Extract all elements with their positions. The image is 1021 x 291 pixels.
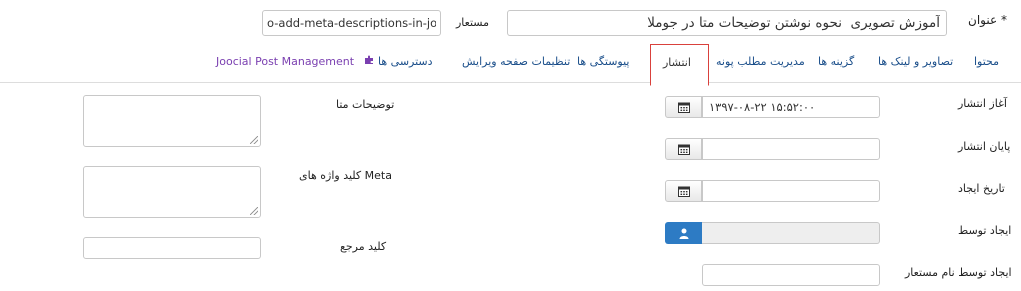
title-input[interactable] <box>507 10 947 36</box>
tab-images-links[interactable]: تصاویر و لینک ها <box>878 42 953 82</box>
created-date-input[interactable] <box>702 180 880 202</box>
alias-label: مستعار <box>456 16 489 29</box>
publish-down-calendar-button[interactable] <box>665 138 702 160</box>
created-by-alias-input[interactable] <box>702 264 880 286</box>
created-date-calendar-button[interactable] <box>665 180 702 202</box>
created-by-label: ایجاد توسط <box>958 224 1012 237</box>
key-reference-label: کلید مرجع <box>340 240 387 253</box>
publish-up-label: آغاز انتشار <box>958 97 1007 110</box>
meta-description-textarea[interactable] <box>83 95 261 147</box>
calendar-icon <box>677 182 690 201</box>
select-user-button[interactable] <box>665 222 702 244</box>
title-label: عنوان * <box>968 13 1007 27</box>
calendar-icon <box>677 140 690 159</box>
meta-description-label: توضیحات متا <box>336 98 395 111</box>
publish-up-calendar-button[interactable] <box>665 96 702 118</box>
publish-up-input[interactable] <box>702 96 880 118</box>
created-by-field <box>702 222 880 244</box>
publish-down-input[interactable] <box>702 138 880 160</box>
joocial-puzzle-icon <box>364 42 374 82</box>
calendar-icon <box>677 98 690 117</box>
tab-joocial[interactable]: Joocial Post Management <box>216 42 374 82</box>
key-reference-input[interactable] <box>83 237 261 259</box>
tab-article-management[interactable]: مدیریت مطلب پونه <box>716 42 805 82</box>
tab-bar: محتوا تصاویر و لینک ها گزینه ها مدیریت م… <box>0 42 1021 86</box>
meta-keywords-textarea[interactable] <box>83 166 261 218</box>
tab-publishing[interactable]: انتشار <box>650 44 709 86</box>
tab-content[interactable]: محتوا <box>974 42 999 82</box>
created-by-alias-label: ایجاد توسط نام مستعار <box>905 266 1012 279</box>
resize-grip-icon[interactable] <box>250 207 258 215</box>
joocial-tab-label: Joocial Post Management <box>216 55 355 68</box>
alias-input[interactable] <box>262 10 441 36</box>
tab-options[interactable]: گزینه ها <box>818 42 854 82</box>
tab-permissions[interactable]: دسترسی ها <box>378 42 433 82</box>
resize-grip-icon[interactable] <box>250 136 258 144</box>
publish-down-label: پایان انتشار <box>958 140 1011 153</box>
created-date-label: تاریخ ایجاد <box>958 182 1005 195</box>
user-icon <box>679 224 689 243</box>
meta-keywords-label: کلید واژه های Meta <box>299 169 392 182</box>
tab-editor-config[interactable]: تنظیمات صفحه ویرایش <box>462 42 570 82</box>
tab-associations[interactable]: پیوستگی ها <box>577 42 630 82</box>
